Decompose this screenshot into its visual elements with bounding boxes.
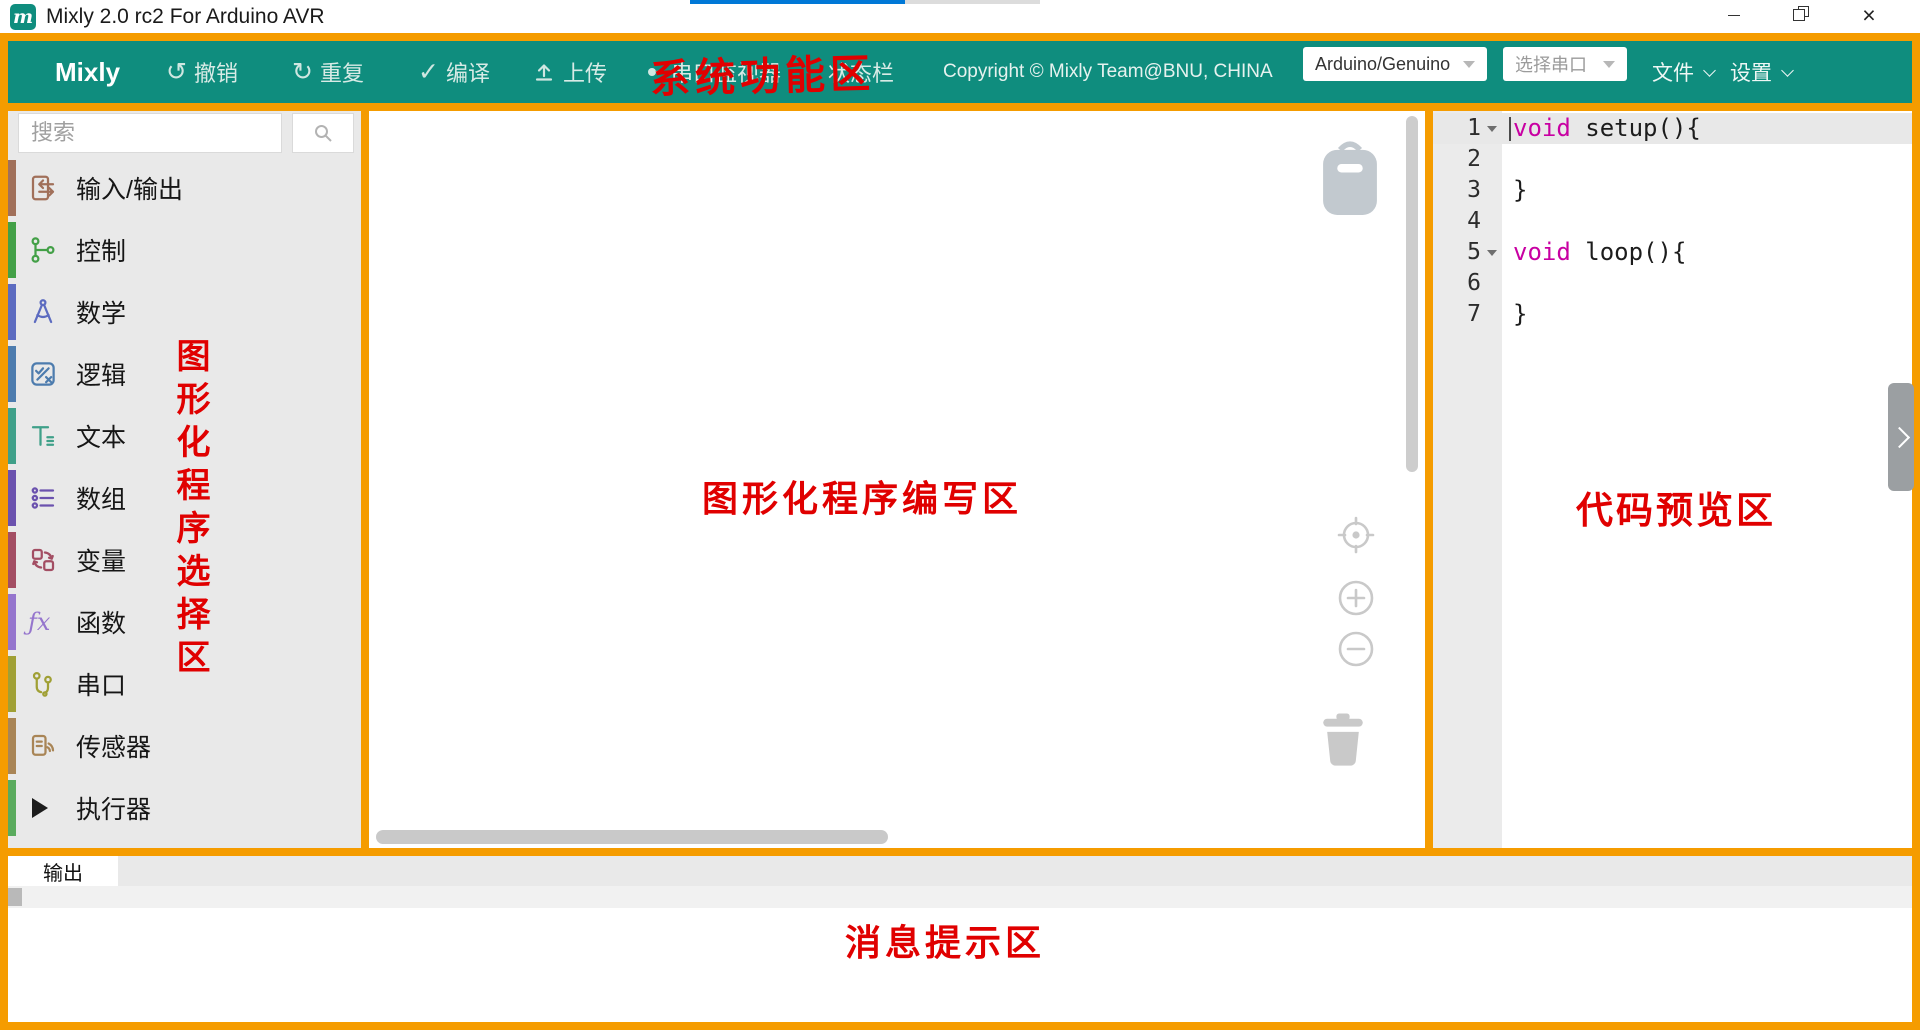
category-color-bar [8, 346, 16, 402]
vertical-scrollbar[interactable] [1406, 116, 1418, 472]
minimize-button[interactable] [1711, 0, 1757, 30]
chevron-down-icon [1781, 64, 1794, 77]
category-color-bar [8, 408, 16, 464]
chevron-down-icon [1603, 61, 1615, 68]
code-line: 1 void setup(){ [1433, 113, 1912, 144]
code-lines: 1 void setup(){ 2 3 } 4 5 void loop(){ [1433, 113, 1912, 330]
chevron-right-icon [1888, 426, 1909, 447]
sidebar-item-io[interactable]: 输入/输出 [8, 157, 361, 219]
category-color-bar [8, 532, 16, 588]
annotation-block-selection-area: 图形化程序选择区 [166, 338, 215, 682]
category-color-bar [8, 160, 16, 216]
chevron-down-icon [1463, 61, 1475, 68]
category-color-bar [8, 284, 16, 340]
trash-icon[interactable] [1314, 713, 1372, 798]
main-toolbar: Mixly ↺ 撤销 ↻ 重复 ✓ 编译 上传 串口监视器 [8, 41, 1912, 103]
zoom-out-icon[interactable] [1337, 630, 1375, 673]
array-icon [28, 483, 58, 513]
search-input[interactable] [18, 113, 282, 153]
restore-button[interactable] [1776, 0, 1822, 30]
code-line: 7 } [1433, 299, 1912, 330]
mixly-logo-icon: m [10, 4, 36, 30]
code-line: 2 [1433, 144, 1912, 175]
tab-output[interactable]: 输出 [8, 856, 118, 886]
restore-icon [1793, 9, 1805, 21]
undo-button[interactable]: ↺ 撤销 [166, 41, 238, 103]
collapse-panel-tab[interactable] [1888, 383, 1914, 491]
sidebar-item-math[interactable]: 数学 [8, 281, 361, 343]
check-icon: ✓ [418, 60, 439, 85]
sidebar-item-sensor[interactable]: 传感器 [8, 715, 361, 777]
port-select-dropdown[interactable]: 选择串口 [1503, 47, 1627, 81]
annotation-code-preview-area: 代码预览区 [1576, 480, 1776, 534]
code-line: 4 [1433, 206, 1912, 237]
code-line: 3 } [1433, 175, 1912, 206]
close-button[interactable]: × [1846, 0, 1892, 30]
file-menu[interactable]: 文件 [1652, 41, 1714, 103]
redo-button[interactable]: ↻ 重复 [292, 41, 364, 103]
upload-icon [532, 60, 556, 84]
copyright-text: Copyright © Mixly Team@BNU, CHINA [943, 41, 1273, 103]
triangle-expand-icon [32, 798, 48, 818]
settings-menu[interactable]: 设置 [1730, 41, 1792, 103]
fold-toggle-icon[interactable] [1481, 237, 1502, 268]
horizontal-scrollbar[interactable] [376, 830, 888, 844]
code-line: 6 [1433, 268, 1912, 299]
redo-icon: ↻ [292, 60, 313, 85]
annotation-message-area: 消息提示区 [845, 914, 1045, 966]
category-color-bar [8, 222, 16, 278]
output-scrollbar-thumb[interactable] [8, 888, 22, 906]
serial-port-icon [28, 669, 58, 699]
chevron-down-icon [1703, 64, 1716, 77]
category-color-bar [8, 656, 16, 712]
progress-done-segment [690, 0, 905, 4]
output-scrollbar-track[interactable] [8, 886, 1912, 908]
compile-button[interactable]: ✓ 编译 [418, 41, 490, 103]
window-title: Mixly 2.0 rc2 For Arduino AVR [46, 5, 325, 29]
text-icon [28, 421, 58, 451]
annotation-system-function-area: 系统功能区 [649, 41, 875, 105]
search-button[interactable] [292, 113, 354, 153]
close-icon: × [1862, 4, 1875, 27]
backpack-icon[interactable] [1316, 135, 1384, 232]
output-tab-row: 输出 [8, 856, 1912, 886]
download-progress-bar [690, 0, 1040, 4]
code-line: 5 void loop(){ [1433, 237, 1912, 268]
logic-icon [28, 359, 58, 389]
fold-toggle-icon[interactable] [1481, 113, 1502, 144]
board-select-dropdown[interactable]: Arduino/Genuino [1303, 47, 1487, 81]
variable-icon [28, 545, 58, 575]
title-bar: m Mixly 2.0 rc2 For Arduino AVR × [0, 0, 1920, 33]
category-color-bar [8, 470, 16, 526]
control-icon [28, 235, 58, 265]
upload-button[interactable]: 上传 [532, 41, 607, 103]
category-color-bar [8, 718, 16, 774]
undo-icon: ↺ [166, 60, 187, 85]
zoom-in-icon[interactable] [1337, 579, 1375, 622]
sidebar-item-actuator[interactable]: 执行器 [8, 777, 361, 839]
category-color-bar [8, 594, 16, 650]
text-cursor [1509, 117, 1511, 141]
category-color-bar [8, 780, 16, 836]
zoom-reset-target-icon[interactable] [1336, 515, 1376, 560]
sensor-icon [28, 731, 58, 761]
annotation-program-editing-area: 图形化程序编写区 [702, 470, 1022, 522]
minimize-icon [1728, 15, 1740, 16]
math-icon [28, 297, 58, 327]
sidebar-item-control[interactable]: 控制 [8, 219, 361, 281]
io-icon [28, 173, 58, 203]
function-icon: ƒx [28, 607, 58, 637]
mixly-menu-button[interactable]: Mixly [55, 41, 120, 103]
search-icon [312, 122, 334, 144]
